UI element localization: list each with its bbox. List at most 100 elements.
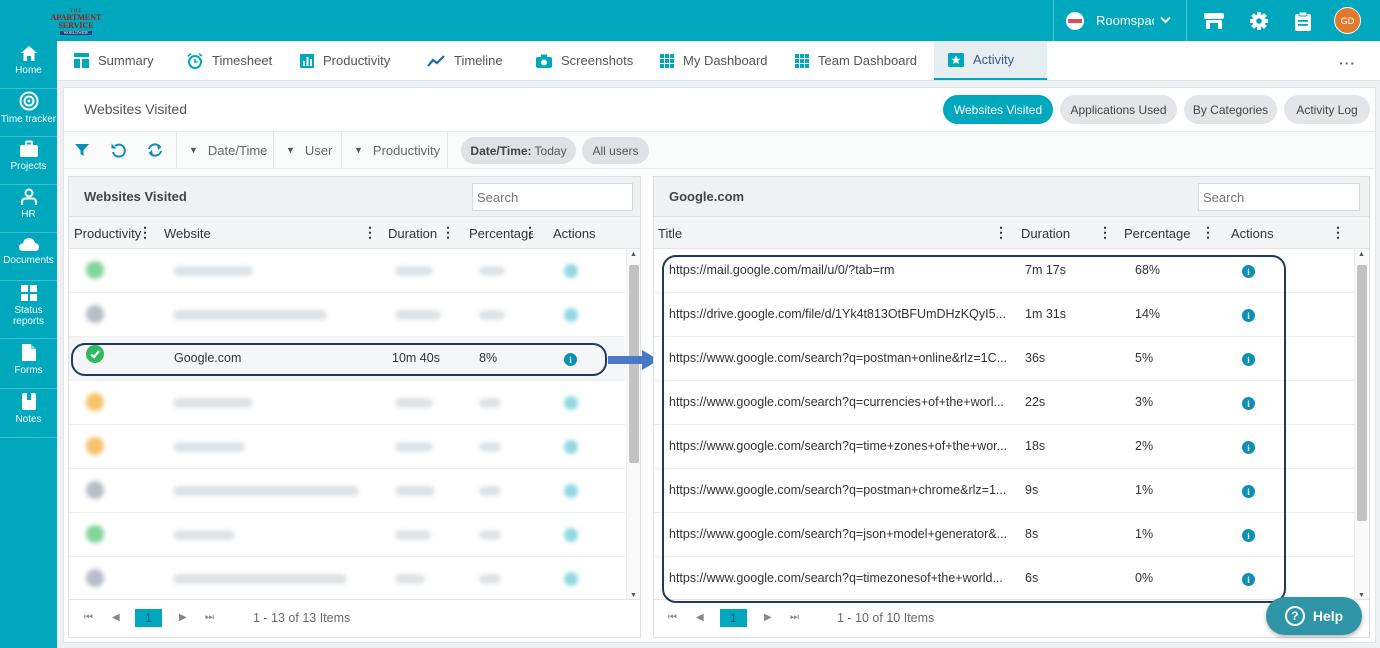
help-button[interactable]: ? Help [1266, 597, 1362, 635]
column-title[interactable]: Title [658, 226, 682, 241]
avatar[interactable]: GD [1334, 7, 1361, 34]
column-menu-icon[interactable]: ⋮ [363, 225, 377, 239]
tab-my-dashboard[interactable]: My Dashboard [646, 41, 782, 80]
first-page-icon[interactable]: ⏮ [84, 612, 93, 623]
table-row[interactable] [69, 249, 625, 293]
camera-icon [536, 54, 552, 68]
column-percentage[interactable]: Percentage [1124, 226, 1191, 241]
column-duration[interactable]: Duration [388, 226, 440, 241]
gear-icon[interactable] [1248, 10, 1270, 32]
sidebar-item-hr[interactable]: HR [0, 188, 57, 233]
blurred-text [479, 266, 505, 276]
sidebar-item-notes[interactable]: Notes [0, 392, 57, 438]
tab-screenshots[interactable]: Screenshots [522, 41, 647, 80]
user-filter[interactable]: ▼ User [273, 132, 341, 168]
blurred-text [395, 310, 441, 320]
tab-summary[interactable]: Summary [60, 41, 168, 80]
filter-icon[interactable] [74, 142, 90, 161]
sidebar-item-documents[interactable]: Documents [0, 236, 57, 281]
websites-visited-button[interactable]: Websites Visited [943, 95, 1053, 124]
column-menu-icon[interactable]: ⋮ [994, 225, 1008, 239]
company-selector[interactable]: Roomspac [1053, 0, 1187, 41]
tab-activity[interactable]: Activity [934, 41, 1047, 80]
blurred-text [173, 486, 359, 496]
prev-page-icon[interactable]: ◀ [696, 612, 704, 623]
blurred-text [395, 530, 431, 540]
column-menu-icon[interactable]: ⋮ [138, 225, 152, 239]
chip-value: All users [592, 143, 639, 158]
sidebar-item-status-reports[interactable]: Status reports [0, 284, 57, 339]
column-website[interactable]: Website [164, 226, 211, 241]
company-logo[interactable]: THE APARTMENT SERVICE WORLDWIDE [48, 6, 104, 38]
blurred-text [173, 442, 245, 452]
websites-search-input[interactable] [472, 183, 633, 211]
last-page-icon[interactable]: ⏭ [790, 612, 799, 623]
table-row[interactable] [69, 425, 625, 469]
next-page-icon[interactable]: ▶ [179, 612, 187, 623]
right-scrollbar[interactable]: ▲ ▼ [1354, 249, 1368, 601]
table-row[interactable] [69, 293, 625, 337]
scroll-down-icon[interactable]: ▼ [1358, 592, 1365, 599]
sidebar-item-home[interactable]: Home [0, 45, 57, 89]
applications-used-button[interactable]: Applications Used [1060, 95, 1177, 124]
by-categories-button[interactable]: By Categories [1184, 95, 1277, 124]
activity-log-button[interactable]: Activity Log [1284, 95, 1370, 124]
all-users-chip[interactable]: All users [582, 137, 649, 164]
page-number[interactable]: 1 [720, 609, 747, 627]
tab-team-dashboard[interactable]: Team Dashboard [781, 41, 931, 80]
scroll-up-icon[interactable]: ▲ [630, 251, 637, 258]
sidebar-item-time-tracker[interactable]: Time tracker [0, 91, 57, 137]
page-number[interactable]: 1 [135, 609, 162, 627]
next-page-icon[interactable]: ▶ [764, 612, 772, 623]
filter-label: User [304, 142, 333, 158]
scrollbar-thumb[interactable] [1357, 265, 1367, 521]
scroll-down-icon[interactable]: ▼ [630, 592, 637, 599]
table-row[interactable] [69, 381, 625, 425]
store-icon[interactable] [1203, 10, 1225, 32]
sidebar-item-forms[interactable]: Forms [0, 343, 57, 389]
sidebar-item-label: Forms [14, 365, 43, 376]
sidebar-item-label: Documents [3, 255, 54, 266]
column-header: Title ⋮ Duration ⋮ Percentage ⋮ Actions … [654, 217, 1369, 249]
column-menu-icon[interactable]: ⋮ [441, 225, 455, 239]
info-icon [564, 308, 578, 322]
detail-search-input[interactable] [1198, 183, 1360, 211]
layout-icon [74, 53, 89, 68]
scroll-up-icon[interactable]: ▲ [1358, 251, 1365, 258]
column-menu-icon[interactable]: ⋮ [1098, 225, 1112, 239]
tab-productivity[interactable]: Productivity [286, 41, 404, 80]
column-actions[interactable]: Actions [553, 226, 596, 241]
undo-icon[interactable] [110, 142, 126, 161]
star-icon [948, 52, 964, 67]
column-menu-icon[interactable]: ⋮ [1201, 225, 1215, 239]
info-icon [564, 440, 578, 454]
table-row[interactable] [69, 557, 625, 601]
refresh-icon[interactable] [146, 142, 164, 161]
tab-label: Timeline [454, 53, 503, 68]
productivity-filter[interactable]: ▼ Productivity [341, 132, 448, 168]
last-page-icon[interactable]: ⏭ [205, 612, 214, 623]
date-time-chip[interactable]: Date/Time: Today [461, 137, 576, 164]
column-duration[interactable]: Duration [1021, 226, 1070, 241]
column-actions[interactable]: Actions [1231, 226, 1274, 241]
prev-page-icon[interactable]: ◀ [112, 612, 120, 623]
column-productivity[interactable]: Productivity [74, 226, 142, 241]
table-row[interactable] [69, 513, 625, 557]
dashboard-icon [660, 53, 674, 68]
more-options-icon[interactable]: ··· [1339, 55, 1356, 71]
column-header: Productivity ⋮ Website ⋮ Duration ⋮ Perc… [69, 217, 640, 249]
tab-timeline[interactable]: Timeline [413, 41, 517, 80]
left-scrollbar[interactable]: ▲ ▼ [626, 249, 640, 601]
date-time-filter[interactable]: ▼ Date/Time [176, 132, 273, 168]
column-menu-icon[interactable]: ⋮ [523, 225, 537, 239]
table-row[interactable] [69, 469, 625, 513]
pager-info: 1 - 13 of 13 Items [253, 611, 351, 625]
time-tracker-icon [19, 91, 38, 111]
column-menu-icon[interactable]: ⋮ [1331, 225, 1345, 239]
websites-panel: Websites Visited Productivity ⋮ Website … [68, 176, 641, 638]
clipboard-icon[interactable] [1292, 10, 1314, 32]
blurred-text [395, 574, 425, 584]
first-page-icon[interactable]: ⏮ [668, 612, 677, 623]
tab-timesheet[interactable]: Timesheet [173, 41, 286, 80]
sidebar-item-projects[interactable]: Projects [0, 140, 57, 185]
